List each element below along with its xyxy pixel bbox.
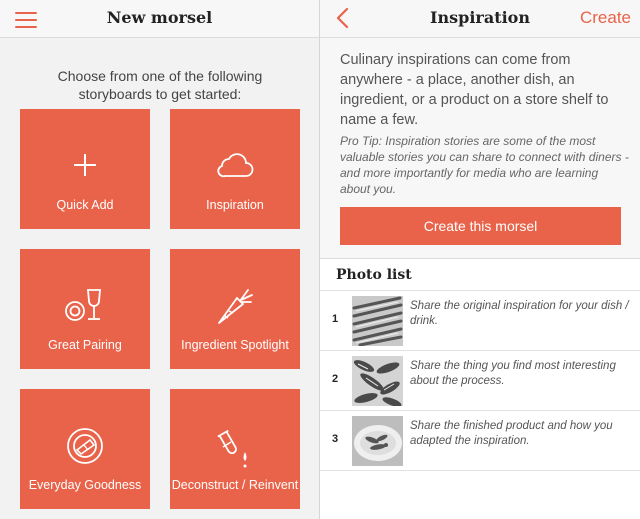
photo-item-text: Share the finished product and how you a… [410, 420, 613, 447]
tile-label: Everyday Goodness [28, 478, 142, 492]
storyboard-tile-everyday-goodness[interactable]: Everyday Goodness [20, 389, 150, 509]
carrots-thumbnail [352, 296, 403, 346]
peppers-thumbnail [352, 356, 403, 406]
photo-list-end-divider [320, 470, 640, 471]
photo-list-item[interactable]: 3 Share the finished product and how you… [320, 410, 640, 470]
plate-food-icon [67, 428, 103, 464]
storyboard-tile-quick-add[interactable]: Quick Add [20, 109, 150, 229]
storyboard-tile-ingredient-spotlight[interactable]: Ingredient Spotlight [170, 249, 300, 369]
left-navbar: New morsel [0, 0, 319, 38]
create-button[interactable]: Create [580, 8, 631, 28]
tile-label: Quick Add [56, 198, 114, 212]
photo-item-text: Share the original inspiration for your … [410, 300, 629, 327]
tile-label: Ingredient Spotlight [181, 338, 289, 352]
inspiration-screen: Inspiration Create Culinary inspirations… [320, 0, 640, 519]
right-navbar: Inspiration Create [320, 0, 640, 38]
storyboard-intro-text: Choose from one of the following storybo… [57, 68, 263, 102]
storyboard-description: Culinary inspirations can come from anyw… [340, 52, 609, 128]
photo-list-item[interactable]: 1 Share the original inspiration for you… [320, 290, 640, 350]
storyboard-tile-great-pairing[interactable]: Great Pairing [20, 249, 150, 369]
storyboard-tile-deconstruct-reinvent[interactable]: Deconstruct / Reinvent [170, 389, 300, 509]
plus-icon [74, 154, 96, 176]
tile-label: Inspiration [206, 198, 264, 212]
photo-item-number: 1 [332, 313, 339, 325]
photo-item-number: 3 [332, 433, 339, 445]
photo-list: Photo list 1 Share the original inspirat… [320, 258, 640, 519]
photo-item-number: 2 [332, 373, 339, 385]
pro-tip-text: Pro Tip: Inspiration stories are some of… [340, 134, 629, 196]
new-morsel-screen: New morsel Choose from one of the follow… [0, 0, 319, 519]
photo-list-heading: Photo list [336, 267, 412, 283]
cloud-icon [217, 153, 254, 178]
page-title: New morsel [106, 8, 213, 27]
photo-list-item[interactable]: 2 Share the thing you find most interest… [320, 350, 640, 410]
test-tube-icon [217, 429, 247, 468]
storyboard-tile-inspiration[interactable]: Inspiration [170, 109, 300, 229]
tile-label: Deconstruct / Reinvent [171, 478, 299, 492]
finished-dish-thumbnail [352, 416, 403, 466]
tile-label: Great Pairing [48, 338, 122, 352]
create-this-morsel-button[interactable]: Create this morsel [340, 207, 621, 245]
photo-item-text: Share the thing you find most interestin… [410, 360, 616, 387]
plate-wine-glass-icon [65, 289, 101, 321]
carrot-icon [218, 289, 253, 324]
